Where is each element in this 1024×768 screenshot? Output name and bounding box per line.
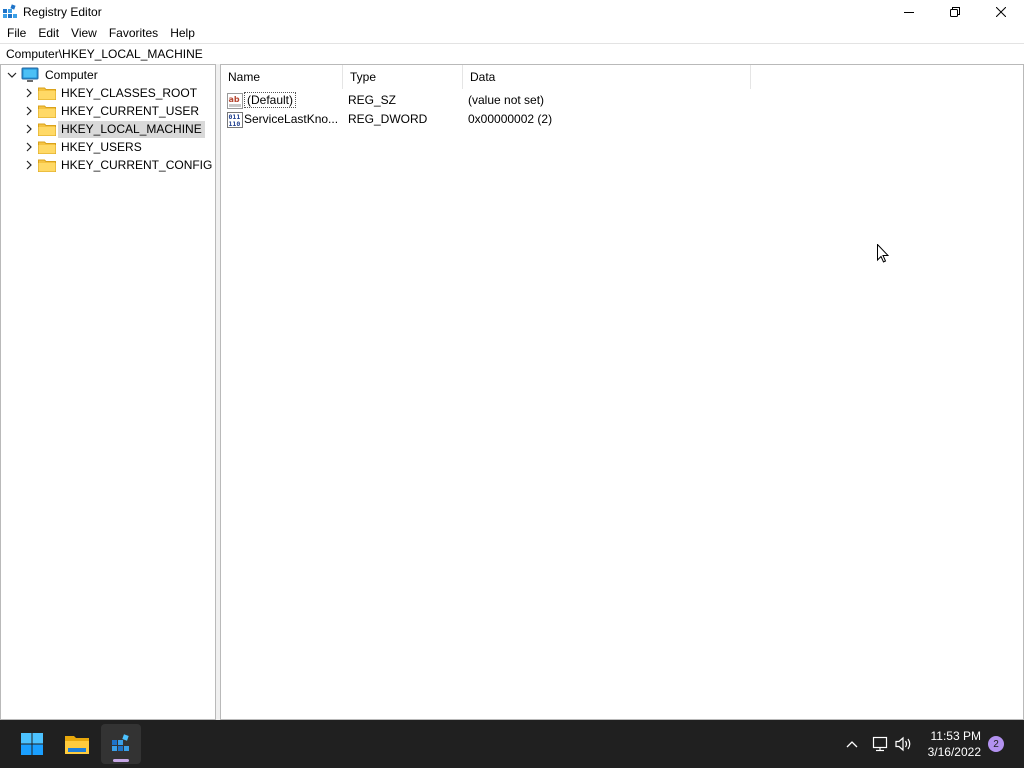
menu-favorites[interactable]: Favorites [103,24,164,42]
tree-item-label: HKEY_USERS [61,139,142,154]
volume-button[interactable] [892,720,916,768]
tree-item-hkey-current-user[interactable]: HKEY_CURRENT_USER [23,102,202,120]
registry-editor-app-icon [2,4,18,20]
system-tray [842,720,916,768]
column-header-name[interactable]: Name [221,65,343,89]
value-name: ServiceLastKno... [244,112,339,126]
column-header-data[interactable]: Data [463,65,751,89]
restore-icon [950,7,960,17]
network-button[interactable] [868,720,892,768]
minimize-button[interactable] [886,0,932,24]
menu-bar: File Edit View Favorites Help [0,24,1024,42]
tree-item-computer[interactable]: Computer [6,66,101,84]
tree-item-label: HKEY_CURRENT_CONFIG [61,157,213,172]
network-icon [872,736,888,752]
chevron-down-icon[interactable] [6,66,18,84]
clock-date: 3/16/2022 [927,745,981,759]
minimize-icon [904,12,914,13]
show-hidden-icons-button[interactable] [842,720,862,768]
value-data: (value not set) [468,93,545,107]
svg-text:ab: ab [229,95,240,104]
start-button[interactable] [12,724,52,764]
value-row[interactable]: 011 110 ServiceLastKno... REG_DWORD 0x00… [221,110,751,129]
tree-item-hkey-current-config[interactable]: HKEY_CURRENT_CONFIG [23,156,215,174]
value-type: REG_SZ [348,93,397,107]
value-row[interactable]: ab (Default) REG_SZ (value not set) [221,91,751,110]
restore-button[interactable] [932,0,978,24]
menu-help[interactable]: Help [164,24,201,42]
value-name: (Default) [244,92,297,108]
tree-item-label: Computer [45,67,98,82]
computer-icon [21,67,39,82]
mouse-cursor-icon [877,244,889,263]
chevron-right-icon[interactable] [23,102,35,120]
chevron-right-icon[interactable] [23,156,35,174]
folder-icon [38,105,56,118]
dword-value-icon: 011 110 [227,111,243,128]
values-list-pane[interactable]: Name Type Data ab (Default) REG_SZ (valu… [220,64,1024,720]
svg-text:110: 110 [229,120,241,128]
clock-time: 11:53 PM [930,729,981,743]
menu-view[interactable]: View [65,24,103,42]
column-header-type[interactable]: Type [343,65,463,89]
tree-item-hkey-classes-root[interactable]: HKEY_CLASSES_ROOT [23,84,200,102]
tree-item-hkey-local-machine[interactable]: HKEY_LOCAL_MACHINE [23,120,205,138]
folder-icon [38,123,56,136]
close-button[interactable] [978,0,1024,24]
chevron-right-icon[interactable] [23,120,35,138]
address-bar [0,43,1024,63]
notification-badge[interactable]: 2 [988,736,1004,752]
chevron-up-icon [846,741,858,748]
registry-editor-icon [112,734,129,751]
tree-item-label: HKEY_CLASSES_ROOT [61,85,198,100]
key-tree-pane[interactable]: Computer HKEY_CLASSES_ROOT HKEY_CURRENT_… [0,64,216,720]
tree-item-hkey-users[interactable]: HKEY_USERS [23,138,145,156]
taskbar: 11:53 PM 3/16/2022 2 [0,720,1024,768]
tree-item-label: HKEY_CURRENT_USER [61,103,200,118]
registry-editor-taskbar-button[interactable] [101,724,141,764]
menu-file[interactable]: File [0,24,32,42]
string-value-icon: ab [227,92,243,109]
chevron-right-icon[interactable] [23,84,35,102]
volume-icon [895,736,911,752]
menu-edit[interactable]: Edit [32,24,65,42]
folder-icon [38,159,56,172]
folder-icon [38,141,56,154]
address-input[interactable] [6,46,906,61]
chevron-right-icon[interactable] [23,138,35,156]
window-title: Registry Editor [23,5,102,19]
registry-editor-window: Registry Editor File Edit View Favorites… [0,0,1024,720]
value-type: REG_DWORD [348,112,428,126]
taskbar-clock[interactable]: 11:53 PM 3/16/2022 [928,728,981,760]
file-explorer-icon [65,736,89,754]
close-icon [996,7,1006,17]
start-icon [21,733,43,755]
title-bar[interactable]: Registry Editor [0,0,1024,24]
value-data: 0x00000002 (2) [468,112,553,126]
folder-icon [38,87,56,100]
tree-item-label: HKEY_LOCAL_MACHINE [58,120,205,138]
file-explorer-button[interactable] [57,724,97,764]
active-app-indicator [113,759,129,762]
